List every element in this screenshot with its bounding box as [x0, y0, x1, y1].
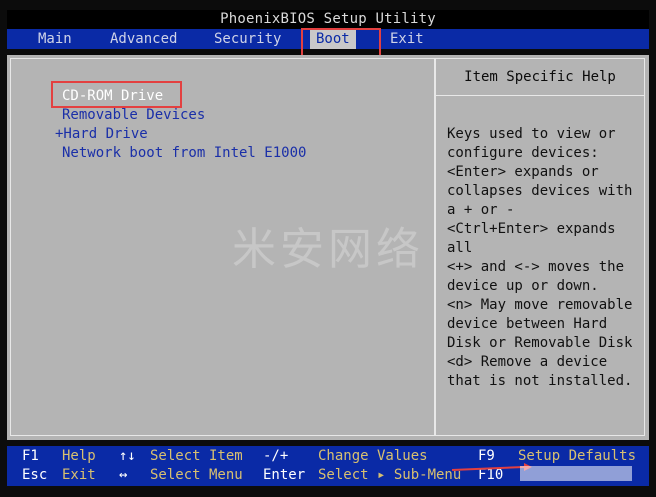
boot-item-hard-drive[interactable]: +Hard Drive: [54, 125, 306, 144]
menu-exit[interactable]: Exit: [384, 29, 430, 49]
help-line: <n> May move removable: [447, 297, 633, 313]
help-line: <d> Remove a device: [447, 354, 608, 370]
help-line: collapses devices with: [447, 183, 633, 199]
watermark-text: 米安网络: [232, 224, 424, 275]
key-setup-defaults-label: Setup Defaults: [518, 448, 637, 464]
help-line: all: [447, 240, 473, 256]
help-line: that is not installed.: [447, 373, 633, 389]
menu-main[interactable]: Main: [32, 29, 78, 49]
key-esc: Esc: [22, 467, 48, 483]
menu-boot[interactable]: Boot: [310, 29, 356, 49]
menu-security[interactable]: Security: [208, 29, 287, 49]
help-line: Disk or Removable Disk: [447, 335, 633, 351]
boot-order-list: CD-ROM Drive Removable Devices +Hard Dri…: [54, 87, 306, 163]
help-line: a + or -: [447, 202, 515, 218]
help-line: device up or down.: [447, 278, 599, 294]
menu-bar: Main Advanced Security Boot Exit: [7, 29, 649, 49]
key-change-values-label: Change Values: [318, 448, 428, 464]
help-title: Item Specific Help: [464, 69, 616, 85]
help-line: <+> and <-> moves the: [447, 259, 625, 275]
help-line: <Ctrl+Enter> expands: [447, 221, 616, 237]
window-title: PhoenixBIOS Setup Utility: [7, 10, 649, 29]
key-up-down: ↑↓: [119, 448, 136, 464]
help-line: configure devices:: [447, 145, 599, 161]
main-panel: Item Specific Help CD-ROM Drive Removabl…: [7, 55, 649, 440]
boot-item-network[interactable]: Network boot from Intel E1000: [54, 144, 306, 163]
help-text: Keys used to view or configure devices: …: [447, 125, 632, 391]
boot-item-removable[interactable]: Removable Devices: [54, 106, 306, 125]
boot-item-cdrom[interactable]: CD-ROM Drive: [54, 87, 306, 106]
key-select-submenu-label: Select ▸ Sub-Menu: [318, 467, 462, 483]
key-enter: Enter: [263, 467, 306, 483]
key-help-label: Help: [62, 448, 96, 464]
key-exit-label: Exit: [62, 467, 96, 483]
help-line: <Enter> expands or: [447, 164, 599, 180]
help-line: device between Hard: [447, 316, 608, 332]
key-select-menu-label: Select Menu: [150, 467, 243, 483]
menu-advanced[interactable]: Advanced: [104, 29, 183, 49]
key-minus-plus: -/+: [263, 448, 289, 464]
key-left-right: ↔: [119, 467, 128, 483]
bios-screen: PhoenixBIOS Setup Utility Main Advanced …: [0, 0, 656, 497]
watermark-stamp: [520, 466, 632, 481]
key-f1: F1: [22, 448, 39, 464]
key-select-item-label: Select Item: [150, 448, 243, 464]
help-divider: [435, 95, 645, 96]
help-line: Keys used to view or: [447, 126, 616, 142]
